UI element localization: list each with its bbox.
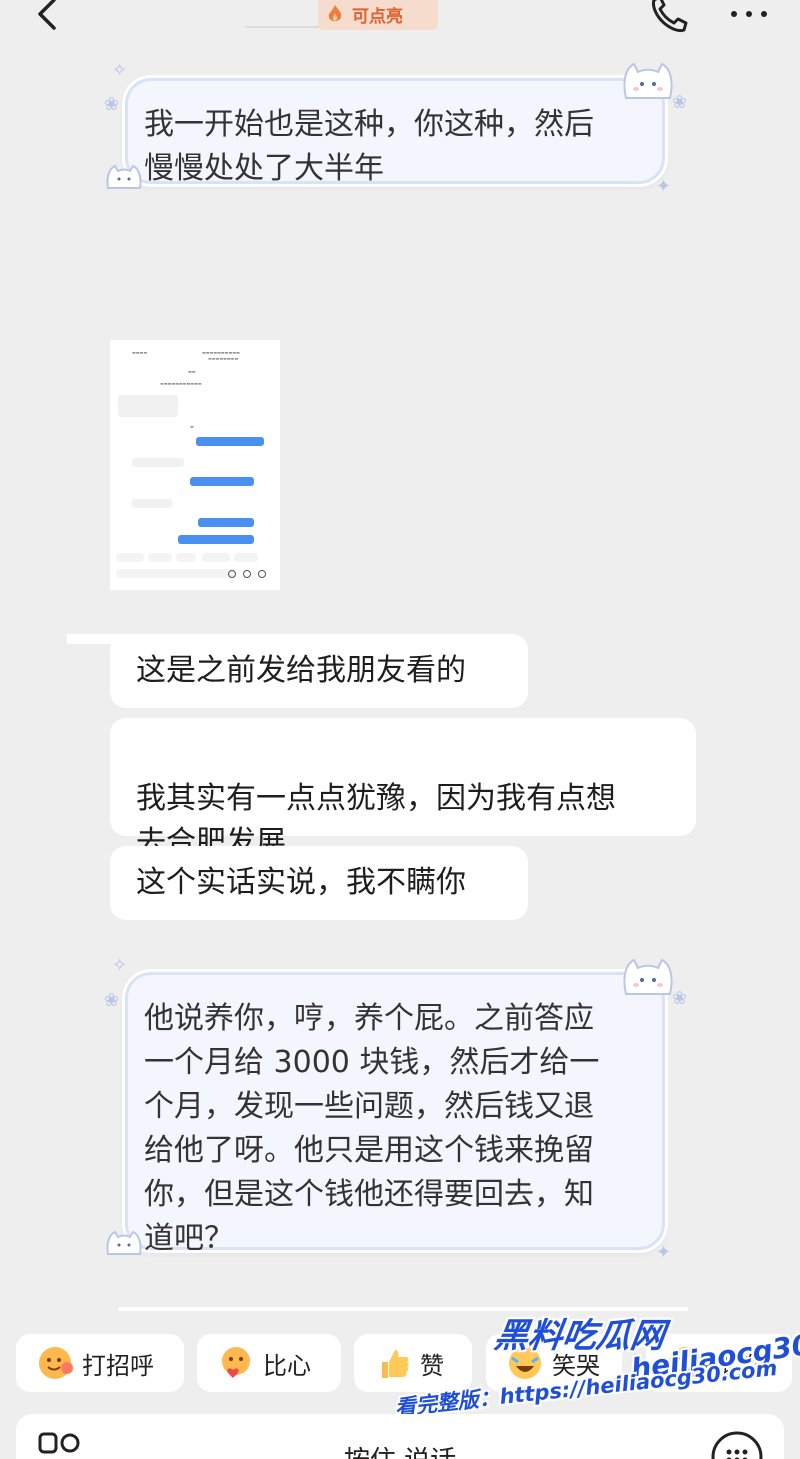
mini-circle: [243, 570, 251, 578]
quick-reply-label: 赞: [420, 1351, 444, 1380]
decorated-message-bubble[interactable]: 他说养你，哼，养个屁。之前答应 一个月给 3000 块钱，然后才给一 个月，发现…: [125, 972, 665, 1256]
message-text: 这是之前发给我朋友看的: [136, 653, 466, 688]
received-mini-bubble: [118, 395, 178, 417]
star-icon: ✧: [112, 60, 128, 81]
spark-label: 可点亮: [352, 6, 403, 27]
sent-mini-bubble: [190, 477, 254, 486]
mini-circle: [258, 570, 266, 578]
quick-reply-label: 打招呼: [82, 1351, 154, 1380]
message-bubble[interactable]: 这是之前发给我朋友看的: [110, 634, 528, 708]
quick-reply-wave[interactable]: 打招呼: [16, 1334, 184, 1392]
leaf-icon: ❀: [672, 988, 688, 1009]
received-mini-bubble: [132, 499, 172, 508]
mini-chip: [234, 553, 258, 562]
quick-reply-like[interactable]: 赞: [354, 1334, 472, 1392]
message-text: 这个实话实说，我不瞒你: [136, 865, 466, 900]
mini-chip: [148, 553, 172, 562]
mini-chip: [176, 553, 196, 562]
voice-input-bar[interactable]: 按住 说话: [16, 1414, 784, 1459]
leaf-icon: ❀: [104, 990, 120, 1011]
contact-name-redacted: [245, 26, 327, 28]
tiny-text: ▬▬: [188, 369, 196, 374]
star-icon: ✦: [656, 1242, 672, 1263]
decorated-message-bubble[interactable]: 我一开始也是这种，你这种，然后 慢慢处处了大半年: [125, 78, 665, 186]
flame-icon: [328, 5, 342, 22]
sent-mini-bubble: [178, 535, 254, 544]
thumbs-up-emoji-icon: [382, 1350, 409, 1378]
more-dots-icon[interactable]: [726, 2, 772, 26]
quick-reply-label: 比心: [263, 1351, 311, 1380]
message-bubble[interactable]: 这个实话实说，我不瞒你: [110, 846, 528, 920]
received-mini-bubble: [132, 458, 184, 467]
tiny-text: ▬▬▬▬▬▬▬▬▬▬: [202, 350, 240, 355]
sent-mini-bubble: [198, 518, 254, 527]
sent-mini-bubble: [196, 437, 264, 446]
chat-header: 可点亮: [0, 0, 800, 44]
cat-face-icon: [623, 958, 673, 995]
heart-hands-emoji-icon: [222, 1347, 250, 1378]
mini-input: [116, 569, 236, 578]
tiny-text: ▬▬▬▬▬▬▬▬: [208, 356, 239, 361]
cat-face-icon: [623, 62, 673, 99]
spark-badge[interactable]: 可点亮: [318, 0, 438, 30]
message-text: 我一开始也是这种，你这种，然后 慢慢处处了大半年: [144, 107, 594, 186]
tiny-text: ▬▬▬▬▬▬▬▬▬▬▬: [160, 381, 202, 386]
cat-face-icon: [106, 164, 142, 189]
tiny-text: ▬: [190, 424, 194, 429]
phone-icon[interactable]: [646, 0, 692, 36]
star-icon: ✧: [112, 955, 128, 976]
back-chevron-icon[interactable]: [30, 0, 70, 36]
leaf-icon: ❀: [104, 94, 120, 115]
cat-face-icon: [106, 1230, 142, 1255]
star-icon: ✦: [656, 176, 672, 197]
mini-chip: [116, 553, 144, 562]
message-bubble[interactable]: 我其实有一点点犹豫，因为我有点想 去合肥发展: [110, 718, 696, 860]
mini-chip: [202, 553, 230, 562]
screenshot-image-message[interactable]: ▬▬▬▬ ▬▬▬▬▬▬▬▬▬▬ ▬▬▬▬▬▬▬▬ ▬▬ ▬▬▬▬▬▬▬▬▬▬▬ …: [110, 340, 280, 590]
wave-emoji-icon: [39, 1347, 73, 1379]
watermark-brand: 黑料吃瓜网: [491, 1316, 668, 1356]
mini-circle: [228, 570, 236, 578]
hold-to-talk-label: 按住 说话: [16, 1440, 784, 1459]
message-text: 他说养你，哼，养个屁。之前答应 一个月给 3000 块钱，然后才给一 个月，发现…: [144, 1001, 600, 1256]
leaf-icon: ❀: [672, 92, 688, 113]
tiny-text: ▬▬▬▬: [132, 350, 148, 355]
quick-reply-heart[interactable]: 比心: [197, 1334, 341, 1392]
more-functions-icon[interactable]: [710, 1430, 764, 1459]
